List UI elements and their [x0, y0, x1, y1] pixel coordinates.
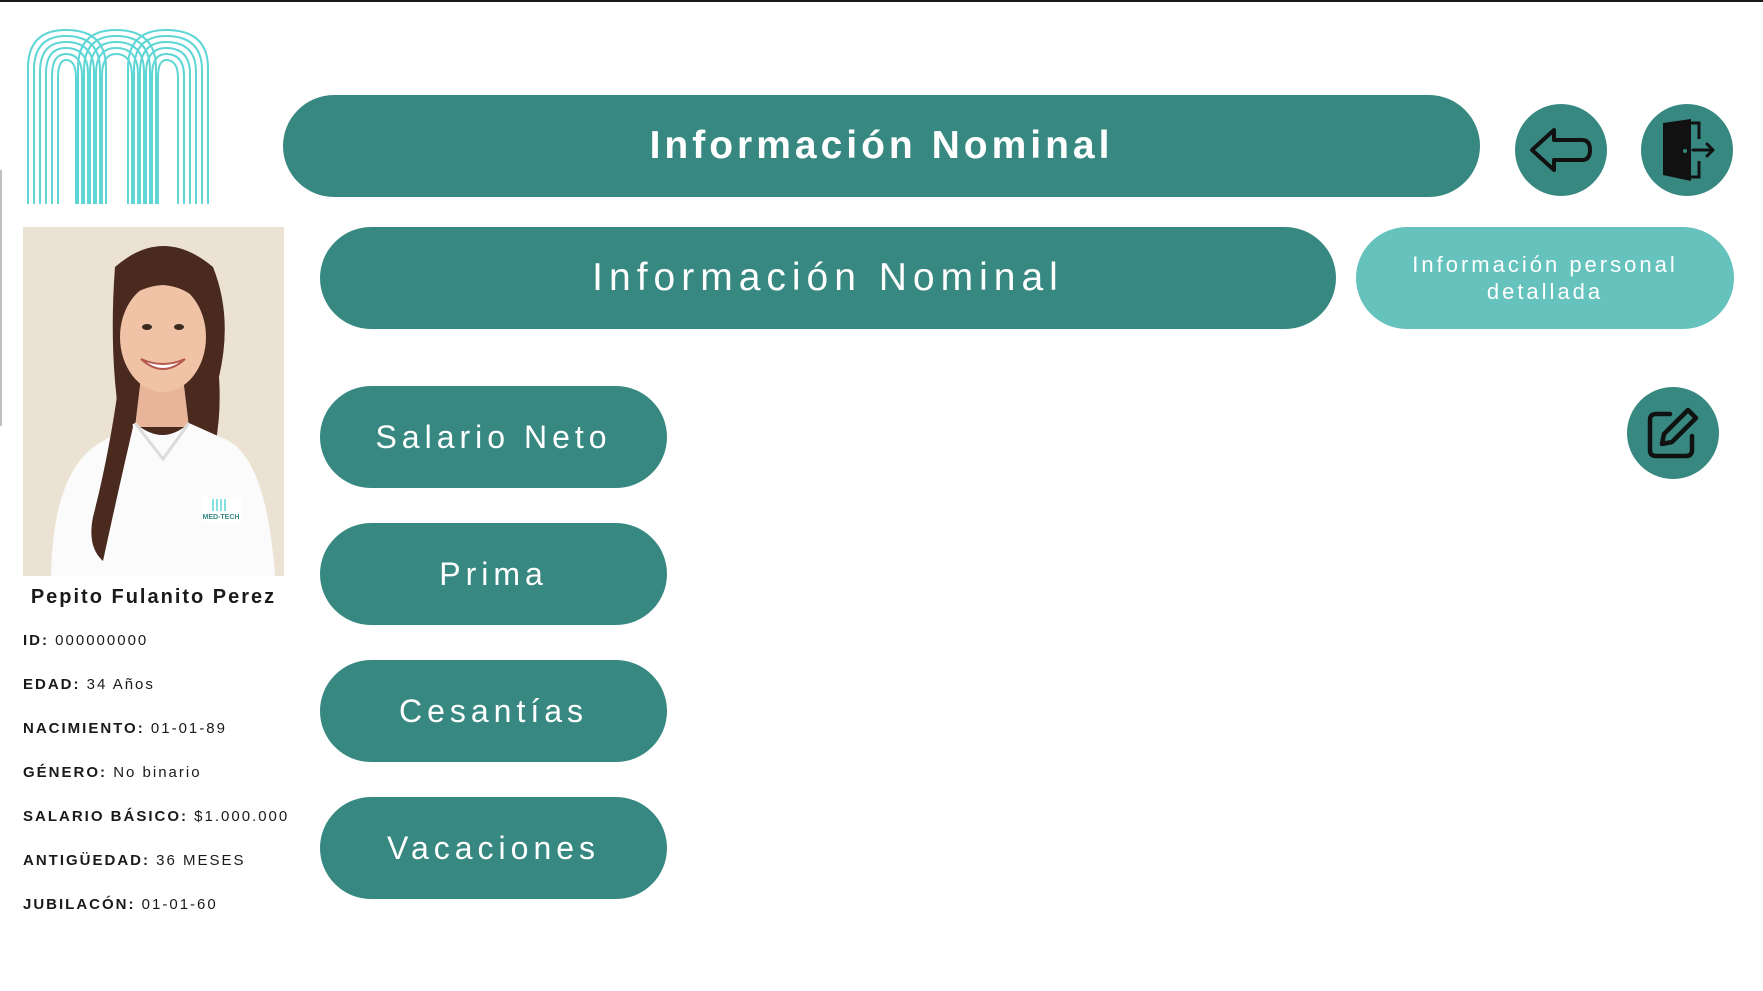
vacaciones-label: Vacaciones	[386, 829, 601, 866]
info-value: 000000000	[55, 632, 149, 649]
profile-photo: MED-TECH	[23, 227, 284, 576]
door-exit-icon	[1663, 119, 1715, 181]
info-key: ANTIGÜEDAD:	[23, 852, 150, 869]
edit-pencil-icon	[1647, 407, 1699, 459]
section-title: Información Nominal	[592, 256, 1064, 299]
back-button[interactable]	[1515, 104, 1607, 196]
photo-badge-text: MED-TECH	[203, 514, 240, 521]
info-key: ID:	[23, 632, 49, 649]
info-row-salario-basico: SALARIO BÁSICO: $1.000.000	[23, 808, 293, 852]
page-title-banner: Información Nominal	[283, 95, 1480, 197]
page-title: Información Nominal	[649, 124, 1114, 167]
logout-button[interactable]	[1641, 104, 1733, 196]
prima-button[interactable]: Prima	[320, 523, 667, 625]
info-value: 34 Años	[86, 676, 155, 693]
info-row-genero: GÉNERO: No binario	[23, 764, 293, 808]
profile-info-list: ID: 000000000 EDAD: 34 Años NACIMIENTO: …	[23, 632, 293, 940]
info-key: NACIMIENTO:	[23, 720, 145, 737]
arrow-left-icon	[1530, 128, 1592, 172]
info-key: GÉNERO:	[23, 764, 108, 781]
edit-button[interactable]	[1627, 387, 1719, 479]
info-row-edad: EDAD: 34 Años	[23, 676, 293, 720]
info-value: 36 MESES	[156, 852, 246, 869]
info-value: $1.000.000	[194, 808, 290, 825]
cesantias-label: Cesantías	[398, 692, 589, 729]
cesantias-button[interactable]: Cesantías	[320, 660, 667, 762]
info-row-id: ID: 000000000	[23, 632, 293, 676]
medtech-logo-icon	[26, 28, 210, 204]
info-key: SALARIO BÁSICO:	[23, 808, 188, 825]
prima-label: Prima	[439, 555, 548, 592]
info-row-nacimiento: NACIMIENTO: 01-01-89	[23, 720, 293, 764]
app-screen: Información Nominal Información Nominal …	[0, 0, 1763, 991]
personal-info-tab-label: Información personal detallada	[1412, 252, 1678, 304]
window-edge	[0, 170, 2, 426]
vacaciones-button[interactable]: Vacaciones	[320, 797, 667, 899]
info-value: 01-01-60	[141, 896, 218, 913]
info-key: EDAD:	[23, 676, 81, 693]
info-key: JUBILACÓN:	[23, 896, 136, 913]
info-row-jubilacion: JUBILACÓN: 01-01-60	[23, 896, 293, 940]
info-value: No binario	[113, 764, 202, 781]
section-tab-nominal[interactable]: Información Nominal	[320, 227, 1336, 329]
info-value: 01-01-89	[150, 720, 227, 737]
info-row-antiguedad: ANTIGÜEDAD: 36 MESES	[23, 852, 293, 896]
personal-info-tab[interactable]: Información personal detallada	[1356, 227, 1734, 329]
profile-name: Pepito Fulanito Perez	[30, 586, 277, 608]
salario-neto-button[interactable]: Salario Neto	[320, 386, 667, 488]
salario-neto-label: Salario Neto	[375, 418, 612, 455]
